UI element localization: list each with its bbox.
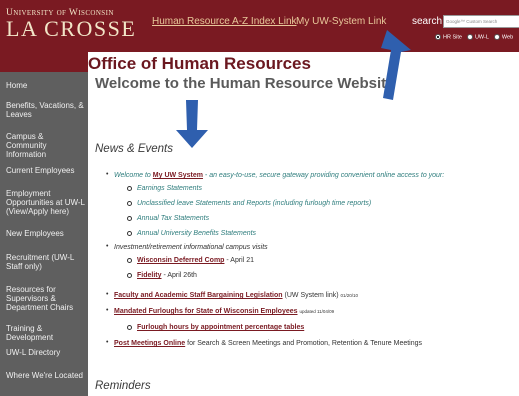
- circle-bullet-icon: [127, 186, 132, 191]
- search-label: search: [412, 16, 443, 27]
- bullet-icon: •: [106, 307, 109, 314]
- radio-hr-site[interactable]: HR Site: [435, 34, 462, 40]
- sidebar-item-home[interactable]: Home: [6, 81, 86, 90]
- sidebar-item-employment[interactable]: Employment Opportunities at UW-L (View/A…: [6, 189, 86, 216]
- hr-index-link[interactable]: Human Resource A-Z Index Link: [152, 16, 297, 27]
- bullet-icon: •: [106, 339, 109, 346]
- sidebar-item-supervisors[interactable]: Resources for Supervisors & Department C…: [6, 285, 86, 312]
- search-input[interactable]: Google™ Custom Search: [443, 15, 519, 28]
- la-crosse-logo[interactable]: LA CROSSE: [6, 16, 136, 42]
- list-item-bargaining: Faculty and Academic Staff Bargaining Le…: [114, 292, 359, 299]
- sub-item-furlough-hours: Furlough hours by appointment percentage…: [137, 323, 304, 332]
- circle-bullet-icon: [127, 325, 132, 330]
- fidelity-link[interactable]: Fidelity: [137, 272, 162, 279]
- radio-web[interactable]: Web: [493, 34, 513, 40]
- arrow-down-icon: [176, 100, 208, 148]
- arrow-up-icon: [381, 30, 411, 100]
- sub-item-fidelity: Fidelity - April 26th: [137, 272, 197, 279]
- search-scope-radios: HR Site UW-L Web: [435, 34, 513, 40]
- uw-system-link[interactable]: My UW-System Link: [296, 16, 386, 27]
- bargaining-link[interactable]: Faculty and Academic Staff Bargaining Le…: [114, 292, 283, 299]
- radio-uwl[interactable]: UW-L: [466, 34, 489, 40]
- reminders-heading: Reminders: [95, 380, 151, 392]
- furlough-hours-link[interactable]: Furlough hours by appointment percentage…: [137, 324, 304, 331]
- sidebar-item-training[interactable]: Training & Development: [6, 324, 86, 342]
- list-item-welcome: Welcome to My UW System - an easy-to-use…: [114, 172, 445, 179]
- sidebar-item-new-employees[interactable]: New Employees: [6, 229, 86, 238]
- sidebar-item-location[interactable]: Where We're Located: [6, 371, 86, 380]
- sidebar-item-benefits[interactable]: Benefits, Vacations, & Leaves: [6, 101, 86, 119]
- sidebar-item-campus-info[interactable]: Campus & Community Information: [6, 132, 86, 159]
- sidebar-item-directory[interactable]: UW-L Directory: [6, 348, 86, 357]
- radio-selected-icon: [435, 34, 441, 40]
- list-item-furloughs: Mandated Furloughs for State of Wisconsi…: [114, 308, 335, 315]
- sub-item-tax: Annual Tax Statements: [137, 215, 210, 222]
- sub-item-benefits: Annual University Benefits Statements: [137, 230, 257, 237]
- circle-bullet-icon: [127, 231, 132, 236]
- furloughs-link[interactable]: Mandated Furloughs for State of Wisconsi…: [114, 308, 298, 315]
- sidebar-cap: [0, 52, 88, 72]
- page-title: Office of Human Resources: [88, 54, 311, 73]
- circle-bullet-icon: [127, 201, 132, 206]
- bullet-icon: •: [106, 291, 109, 298]
- circle-bullet-icon: [127, 216, 132, 221]
- deferred-comp-link[interactable]: Wisconsin Deferred Comp: [137, 257, 224, 264]
- bullet-icon: •: [106, 171, 109, 178]
- sub-item-earnings: Earnings Statements: [137, 185, 202, 192]
- bullet-icon: •: [106, 243, 109, 250]
- sub-item-leave: Unclassified leave Statements and Report…: [137, 200, 372, 207]
- circle-bullet-icon: [127, 273, 132, 278]
- list-item-visits: Investment/retirement informational camp…: [114, 244, 268, 251]
- circle-bullet-icon: [127, 258, 132, 263]
- sidebar-item-recruitment[interactable]: Recruitment (UW-L Staff only): [6, 253, 86, 271]
- list-item-post-meetings: Post Meetings Online for Search & Screen…: [114, 340, 423, 347]
- my-uw-system-link[interactable]: My UW System: [153, 172, 203, 179]
- sidebar-item-current-employees[interactable]: Current Employees: [6, 166, 86, 175]
- news-heading: News & Events: [95, 143, 173, 155]
- post-meetings-link[interactable]: Post Meetings Online: [114, 340, 185, 347]
- radio-icon: [466, 34, 473, 40]
- sidebar: Home Benefits, Vacations, & Leaves Campu…: [0, 72, 88, 396]
- welcome-heading: Welcome to the Human Resource Website: [95, 75, 395, 92]
- sub-item-deferred-comp: Wisconsin Deferred Comp - April 21: [137, 257, 255, 264]
- radio-icon: [493, 34, 500, 40]
